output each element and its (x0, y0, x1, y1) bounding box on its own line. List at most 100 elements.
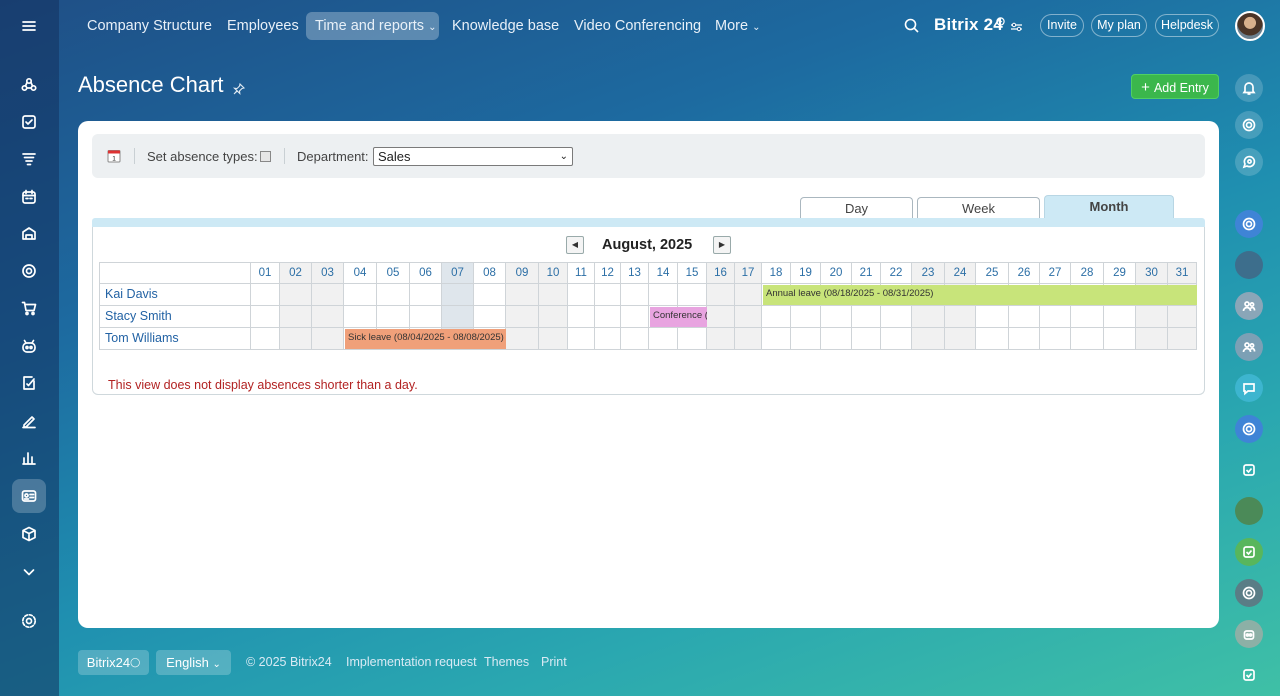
task-check-icon[interactable] (1235, 456, 1263, 484)
invite-button[interactable]: Invite (1040, 14, 1084, 37)
copilot-swirl-icon[interactable] (1235, 111, 1263, 139)
footer-brand-button[interactable]: Bitrix24◯ (78, 650, 149, 675)
crm-funnel-icon[interactable] (12, 142, 46, 176)
messages-icon[interactable] (1235, 374, 1263, 402)
department-select[interactable]: Sales ⌄ (373, 147, 573, 166)
language-label: English (166, 655, 209, 670)
prev-month-button[interactable]: ◀ (566, 236, 584, 254)
employee-name[interactable]: Stacy Smith (99, 306, 251, 328)
day-cell (280, 328, 312, 350)
contact-avatar[interactable] (1235, 251, 1263, 279)
absence-bar[interactable]: Conference (08/14/2025 - 08/15/2025) (650, 307, 707, 327)
drive-icon[interactable] (12, 217, 46, 251)
absence-bar[interactable]: Sick leave (08/04/2025 - 08/08/2025) (345, 329, 506, 349)
menu-icon[interactable] (12, 9, 46, 43)
sites-icon[interactable] (12, 254, 46, 288)
contact-avatar[interactable] (1235, 497, 1263, 525)
plus-icon: + (1141, 79, 1150, 96)
group-chat-icon[interactable] (1235, 333, 1263, 361)
chat-search-icon[interactable] (1235, 148, 1263, 176)
absence-bar[interactable]: Annual leave (08/18/2025 - 08/31/2025) (763, 285, 1197, 305)
day-cell (280, 284, 312, 306)
day-cell (568, 284, 595, 306)
sign-icon[interactable] (12, 404, 46, 438)
day-header: 13 (621, 262, 649, 284)
my-plan-button[interactable]: My plan (1091, 14, 1147, 37)
tab-month[interactable]: Month (1044, 195, 1174, 220)
implementation-request-link[interactable]: Implementation request (346, 655, 477, 669)
day-cell (1168, 306, 1197, 328)
day-cell (735, 306, 762, 328)
day-cell (539, 306, 568, 328)
day-cell (621, 306, 649, 328)
collab-icon[interactable] (12, 68, 46, 102)
open-lines-icon[interactable] (1235, 579, 1263, 607)
short-absence-note: This view does not display absences shor… (108, 378, 418, 392)
nav-time-and-reports[interactable]: Time and reports ⌄ (306, 12, 439, 40)
day-cell (678, 284, 707, 306)
add-entry-button[interactable]: + Add Entry (1131, 74, 1219, 99)
chevron-down-icon[interactable] (12, 555, 46, 589)
tab-day[interactable]: Day (800, 197, 913, 220)
settings-gear-icon[interactable] (12, 604, 46, 638)
next-month-button[interactable]: ▶ (713, 236, 731, 254)
day-cell (945, 328, 976, 350)
pin-icon[interactable] (232, 82, 246, 96)
day-header: 23 (912, 262, 945, 284)
helpdesk-button[interactable]: Helpdesk (1155, 14, 1219, 37)
print-link[interactable]: Print (541, 655, 567, 669)
day-cell (595, 306, 621, 328)
settings-toggle-icon[interactable] (1010, 21, 1023, 33)
calendar-today-icon[interactable]: 1 (107, 149, 121, 163)
day-header: 17 (735, 262, 762, 284)
group-chat-icon[interactable] (1235, 292, 1263, 320)
nav-more[interactable]: More ⌄ (706, 12, 769, 40)
language-select[interactable]: English ⌄ (156, 650, 231, 675)
nav-knowledge-base[interactable]: Knowledge base (443, 12, 568, 40)
day-cell (821, 328, 852, 350)
day-cell (762, 328, 791, 350)
copilot-icon[interactable] (12, 329, 46, 363)
page-title: Absence Chart (78, 72, 224, 97)
assistant-chat-icon[interactable] (1235, 415, 1263, 443)
forms-icon[interactable] (12, 366, 46, 400)
employee-name[interactable]: Tom Williams (99, 328, 251, 350)
nav-employees[interactable]: Employees (218, 12, 308, 40)
day-cell (762, 306, 791, 328)
day-cell (442, 284, 474, 306)
absence-types-checkbox[interactable] (260, 151, 271, 162)
analytics-icon[interactable] (12, 441, 46, 475)
tab-week[interactable]: Week (917, 197, 1040, 220)
nav-company-structure[interactable]: Company Structure (78, 12, 221, 40)
employees-time-icon[interactable] (12, 479, 46, 513)
brand-logo[interactable]: Bitrix 24 (934, 15, 1003, 35)
day-cell (251, 328, 280, 350)
search-icon[interactable] (904, 18, 920, 34)
day-header: 06 (410, 262, 442, 284)
day-cell (1009, 328, 1040, 350)
bot-avatar[interactable] (1235, 620, 1263, 648)
day-header: 04 (344, 262, 377, 284)
task-check-icon[interactable] (1235, 538, 1263, 566)
day-cell (251, 306, 280, 328)
month-title: August, 2025 (602, 237, 693, 253)
nav-video-conferencing[interactable]: Video Conferencing (565, 12, 710, 40)
assistant-chat-icon[interactable] (1235, 210, 1263, 238)
themes-link[interactable]: Themes (484, 655, 529, 669)
day-cell (735, 284, 762, 306)
absence-calendar: ◀ August, 2025 ▶ 01 02 03 04 05 06 07 08 09 10 11 1… (92, 227, 1205, 395)
day-cell (881, 306, 912, 328)
department-value: Sales (378, 149, 411, 164)
shop-cart-icon[interactable] (12, 291, 46, 325)
user-avatar[interactable] (1235, 11, 1265, 41)
notifications-bell-icon[interactable] (1235, 74, 1263, 102)
day-cell (707, 284, 735, 306)
svg-text:1: 1 (112, 156, 116, 163)
tasks-icon[interactable] (12, 105, 46, 139)
day-cell (539, 284, 568, 306)
calendar-icon[interactable] (12, 180, 46, 214)
day-header: 31 (1168, 262, 1197, 284)
employee-name[interactable]: Kai Davis (99, 284, 251, 306)
inventory-box-icon[interactable] (12, 517, 46, 551)
task-check-icon[interactable] (1235, 661, 1263, 689)
